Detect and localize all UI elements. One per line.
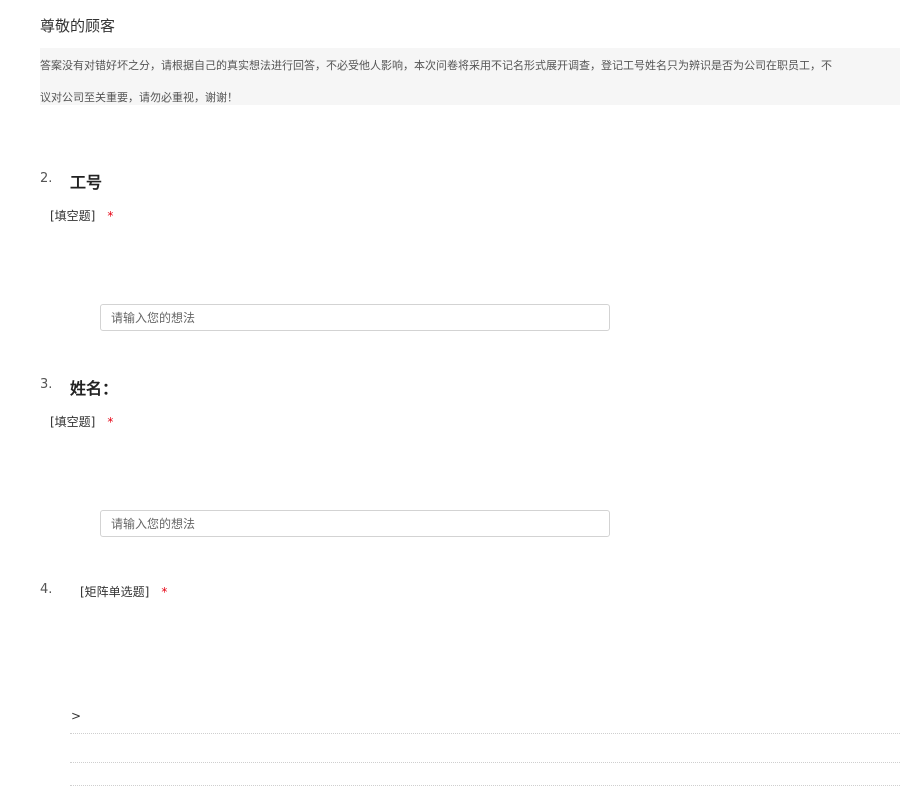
required-star: * [161,585,168,599]
greeting-heading: 尊敬的顾客 [40,17,116,35]
question-type-label: [矩阵单选题] * [80,583,167,600]
question-number: 4. [40,582,53,597]
question-type-text: [填空题] [50,415,96,429]
question-type-label: [填空题] * [50,207,113,224]
required-star: * [107,209,114,223]
matrix-divider [70,733,900,734]
question-number: 2. [40,171,53,186]
intro-box: 答案没有对错好坏之分，请根据自己的真实想法进行回答，不必受他人影响，本次问卷将采… [40,48,900,105]
question-title-employee-id: 工号 [70,173,103,192]
matrix-row-marker: > [71,709,82,723]
intro-text-line-2: 议对公司至关重要，请勿必重视，谢谢！ [40,91,238,104]
survey-page: 尊敬的顾客 答案没有对错好坏之分，请根据自己的真实想法进行回答，不必受他人影响，… [0,0,900,800]
question-number: 3. [40,377,53,392]
matrix-divider [70,762,900,763]
question-title-name: 姓名： [70,379,119,398]
matrix-divider [70,785,900,786]
employee-id-input[interactable] [100,304,610,331]
name-input[interactable] [100,510,610,537]
question-type-text: [填空题] [50,209,96,223]
required-star: * [107,415,114,429]
intro-text-line-1: 答案没有对错好坏之分，请根据自己的真实想法进行回答，不必受他人影响，本次问卷将采… [40,59,832,72]
question-type-text: [矩阵单选题] [80,585,150,599]
question-type-label: [填空题] * [50,413,113,430]
